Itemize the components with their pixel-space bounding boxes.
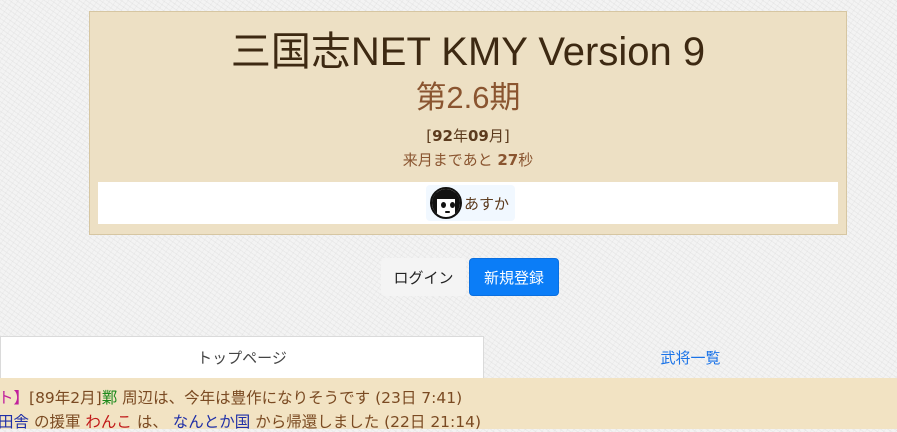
online-users-strip: あすか	[98, 182, 838, 224]
register-button[interactable]: 新規登録	[469, 258, 559, 296]
event-log: ト】[89年2月]鄴 周辺は、今年は豊作になりそうです (23日 7:41) 田…	[0, 378, 897, 431]
game-title: 三国志NET KMY Version 9	[230, 30, 706, 74]
login-button[interactable]: ログイン	[381, 258, 466, 296]
online-user-name: あすか	[464, 194, 510, 213]
tab-top-page[interactable]: トップページ	[0, 336, 484, 378]
game-date: [92年09月]	[426, 127, 510, 145]
log-entry: ト】[89年2月]鄴 周辺は、今年は豊作になりそうです (23日 7:41)	[0, 389, 463, 407]
tab-generals-list[interactable]: 武将一覧	[484, 336, 897, 378]
online-user[interactable]: あすか	[426, 185, 516, 221]
next-month-countdown: 来月まであと 27秒	[402, 151, 534, 169]
girl-face-icon	[430, 187, 462, 219]
game-header: 三国志NET KMY Version 9 第2.6期 [92年09月] 来月まで…	[89, 11, 847, 235]
period-label: 第2.6期	[415, 80, 521, 115]
